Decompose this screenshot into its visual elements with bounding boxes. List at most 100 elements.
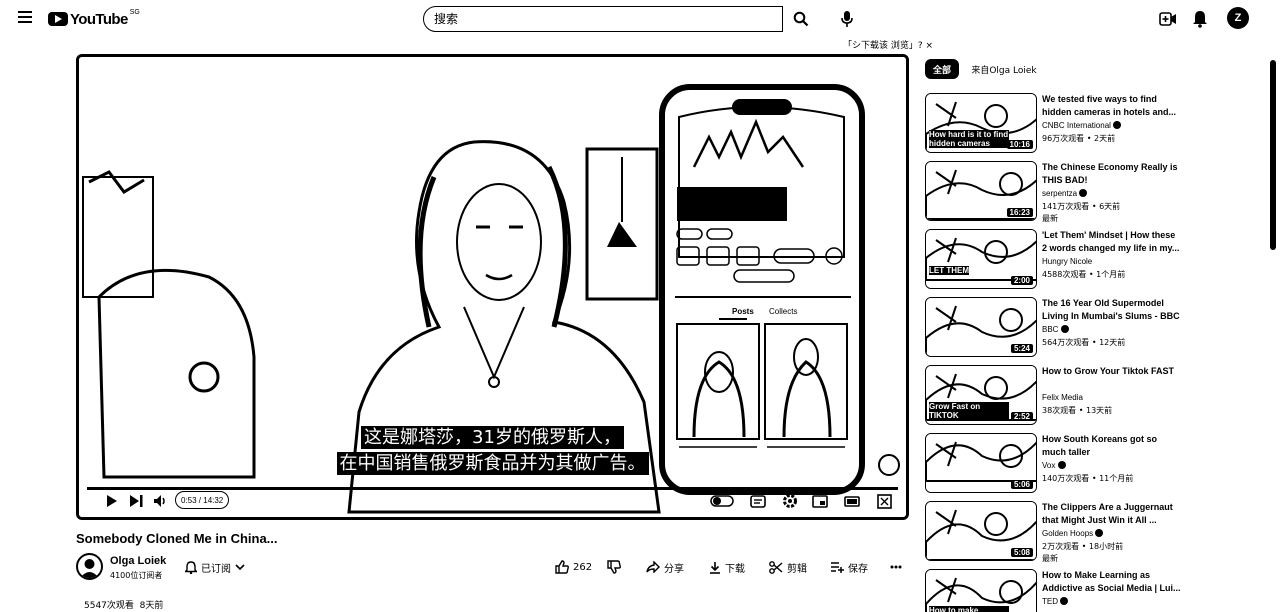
microphone-icon <box>841 11 853 27</box>
hamburger-menu-icon[interactable] <box>14 8 36 30</box>
recommendation-thumbnail[interactable]: 5:24 <box>925 297 1037 357</box>
subtitles-button[interactable] <box>747 490 769 512</box>
channel-name[interactable]: Olga Loiek <box>110 555 166 567</box>
recommendation-thumbnail[interactable]: How hard is it to find hidden cameras 10:… <box>925 93 1037 153</box>
save-label: 保存 <box>848 563 868 575</box>
recommendation-channel: Vox <box>1042 461 1066 470</box>
recommendation-item[interactable]: 5:06 How South Koreans got so much taller… <box>925 433 1270 497</box>
recommendation-item[interactable]: Grow Fast on TIKTOK 2:52 How to Grow Your … <box>925 365 1270 429</box>
recommendation-channel: Felix Media <box>1042 393 1083 402</box>
clip-button[interactable]: 剪辑 <box>769 558 807 576</box>
closed-captions-icon <box>750 494 766 508</box>
skip-next-icon <box>130 495 143 507</box>
recommendation-stats: 4588次观看 • 1个月前 <box>1042 270 1126 279</box>
voice-search-button[interactable] <box>834 6 860 32</box>
recommendation-thumbnail[interactable]: 5:08 <box>925 501 1037 561</box>
subtitle-text-1: 这是娜塔莎，31岁的俄罗斯人， <box>361 426 624 449</box>
thumbnail-caption: How to make learning as addictive as soc… <box>929 606 1009 612</box>
recommendation-title[interactable]: How to Grow Your Tiktok FAST <box>1042 365 1182 378</box>
recommendation-views: 140万次观看 <box>1042 474 1090 483</box>
recommendation-title[interactable]: The Clippers Are a Juggernaut that Might… <box>1042 501 1182 527</box>
recommendation-thumbnail[interactable]: How to make learning as addictive as soc… <box>925 569 1037 612</box>
youtube-play-icon <box>48 12 68 26</box>
save-button[interactable]: 保存 <box>830 558 868 576</box>
scissors-icon <box>769 560 783 574</box>
recommendation-views: 38次观看 <box>1042 406 1077 415</box>
settings-button[interactable] <box>779 490 801 512</box>
play-button[interactable] <box>101 490 123 512</box>
recommendation-thumbnail[interactable]: Grow Fast on TIKTOK 2:52 <box>925 365 1037 425</box>
recommendation-thumbnail[interactable]: LET THEM 2:00 <box>925 229 1037 289</box>
video-player[interactable]: Posts Collects 这是娜塔莎，31岁的俄罗斯人， 在中国销售俄罗斯食… <box>76 54 909 520</box>
subscribed-button[interactable]: 已订阅 <box>185 558 245 576</box>
video-meta: 5547次观看 8天前 <box>84 598 163 611</box>
recommendation-item[interactable]: How hard is it to find hidden cameras 10:… <box>925 93 1270 157</box>
recommendation-thumbnail[interactable]: 16:23 <box>925 161 1037 221</box>
chip-all[interactable]: 全部 <box>925 59 959 79</box>
region-code: SG <box>129 8 140 16</box>
bell-icon <box>1193 11 1207 28</box>
duration-badge: 16:23 <box>1006 208 1033 217</box>
youtube-logo[interactable]: YouTube SG <box>48 9 140 29</box>
recommendation-title[interactable]: How to Make Learning as Addictive as Soc… <box>1042 569 1182 595</box>
recommendation-stats: 141万次观看 • 6天前 <box>1042 202 1121 211</box>
more-actions-button[interactable] <box>890 558 902 576</box>
miniplayer-button[interactable] <box>809 490 831 512</box>
theater-mode-button[interactable] <box>841 490 863 512</box>
search-input[interactable] <box>424 7 782 31</box>
search-icon <box>793 11 809 27</box>
like-button[interactable]: 262 <box>555 558 592 576</box>
verified-icon <box>1060 597 1069 605</box>
channel-label: TED <box>1042 597 1058 606</box>
notifications-button[interactable] <box>1189 8 1211 30</box>
channel-label: CNBC International <box>1042 121 1111 130</box>
download-button[interactable]: 下载 <box>709 558 745 576</box>
recommendation-channel: TED <box>1042 597 1069 606</box>
recommendation-title[interactable]: How South Koreans got so much taller <box>1042 433 1182 459</box>
video-title: Somebody Cloned Me in China... <box>76 531 278 546</box>
recommendation-thumbnail[interactable]: 5:06 <box>925 433 1037 493</box>
volume-button[interactable] <box>149 490 171 512</box>
account-avatar[interactable]: Z <box>1227 7 1249 29</box>
search-button[interactable] <box>785 6 817 32</box>
duration-badge: 2:52 <box>1010 412 1033 421</box>
recommendation-age: 11个月前 <box>1099 474 1134 483</box>
recommendation-item[interactable]: 5:24 The 16 Year Old Supermodel Living In… <box>925 297 1270 361</box>
recommendation-title[interactable]: The 16 Year Old Supermodel Living In Mum… <box>1042 297 1182 323</box>
dislike-button[interactable] <box>607 558 621 576</box>
recommendation-channel: Hungry Nicole <box>1042 257 1092 266</box>
upload-age: 8天前 <box>139 601 164 611</box>
create-button[interactable] <box>1157 8 1179 30</box>
next-button[interactable] <box>125 490 147 512</box>
create-video-icon <box>1159 12 1176 26</box>
channel-label: Vox <box>1042 461 1056 470</box>
recommendation-title[interactable]: We tested five ways to find hidden camer… <box>1042 93 1182 119</box>
recommendation-item[interactable]: LET THEM 2:00 'Let Them' Mindset | How the… <box>925 229 1270 293</box>
recommendation-item[interactable]: 16:23 The Chinese Economy Really is THIS … <box>925 161 1270 225</box>
thumbs-down-icon <box>607 560 621 574</box>
channel-label: Hungry Nicole <box>1042 257 1093 266</box>
recommendation-item[interactable]: 5:08 The Clippers Are a Juggernaut that M… <box>925 501 1270 565</box>
view-count: 5547次观看 <box>84 601 134 611</box>
recommendation-age: 2天前 <box>1094 134 1116 143</box>
page-scrollbar[interactable] <box>1270 60 1276 250</box>
autoplay-toggle[interactable] <box>709 490 735 512</box>
thumbnail-caption: Grow Fast on TIKTOK <box>929 402 1009 420</box>
fullscreen-button[interactable] <box>873 490 895 512</box>
chip-from-channel[interactable]: 来自Olga Loiek <box>968 59 1040 79</box>
recommendation-age: 18小时前 <box>1088 542 1124 551</box>
recommendation-channel: BBC <box>1042 325 1069 334</box>
recommendation-age: 12天前 <box>1099 338 1126 347</box>
share-button[interactable]: 分享 <box>646 558 684 576</box>
recommendation-views: 96万次观看 <box>1042 134 1085 143</box>
recommendation-title[interactable]: The Chinese Economy Really is THIS BAD! <box>1042 161 1182 187</box>
gear-icon <box>783 494 797 508</box>
chevron-down-icon <box>235 564 245 571</box>
recommendation-stats: 38次观看 • 13天前 <box>1042 406 1113 415</box>
recommendation-channel: CNBC International <box>1042 121 1122 130</box>
duration-badge: 5:08 <box>1010 548 1033 557</box>
channel-avatar[interactable] <box>76 553 103 580</box>
time-display: 0:53 / 14:32 <box>175 491 230 509</box>
recommendation-title[interactable]: 'Let Them' Mindset | How these 2 words c… <box>1042 229 1182 255</box>
recommendation-item[interactable]: How to make learning as addictive as soc… <box>925 569 1270 612</box>
